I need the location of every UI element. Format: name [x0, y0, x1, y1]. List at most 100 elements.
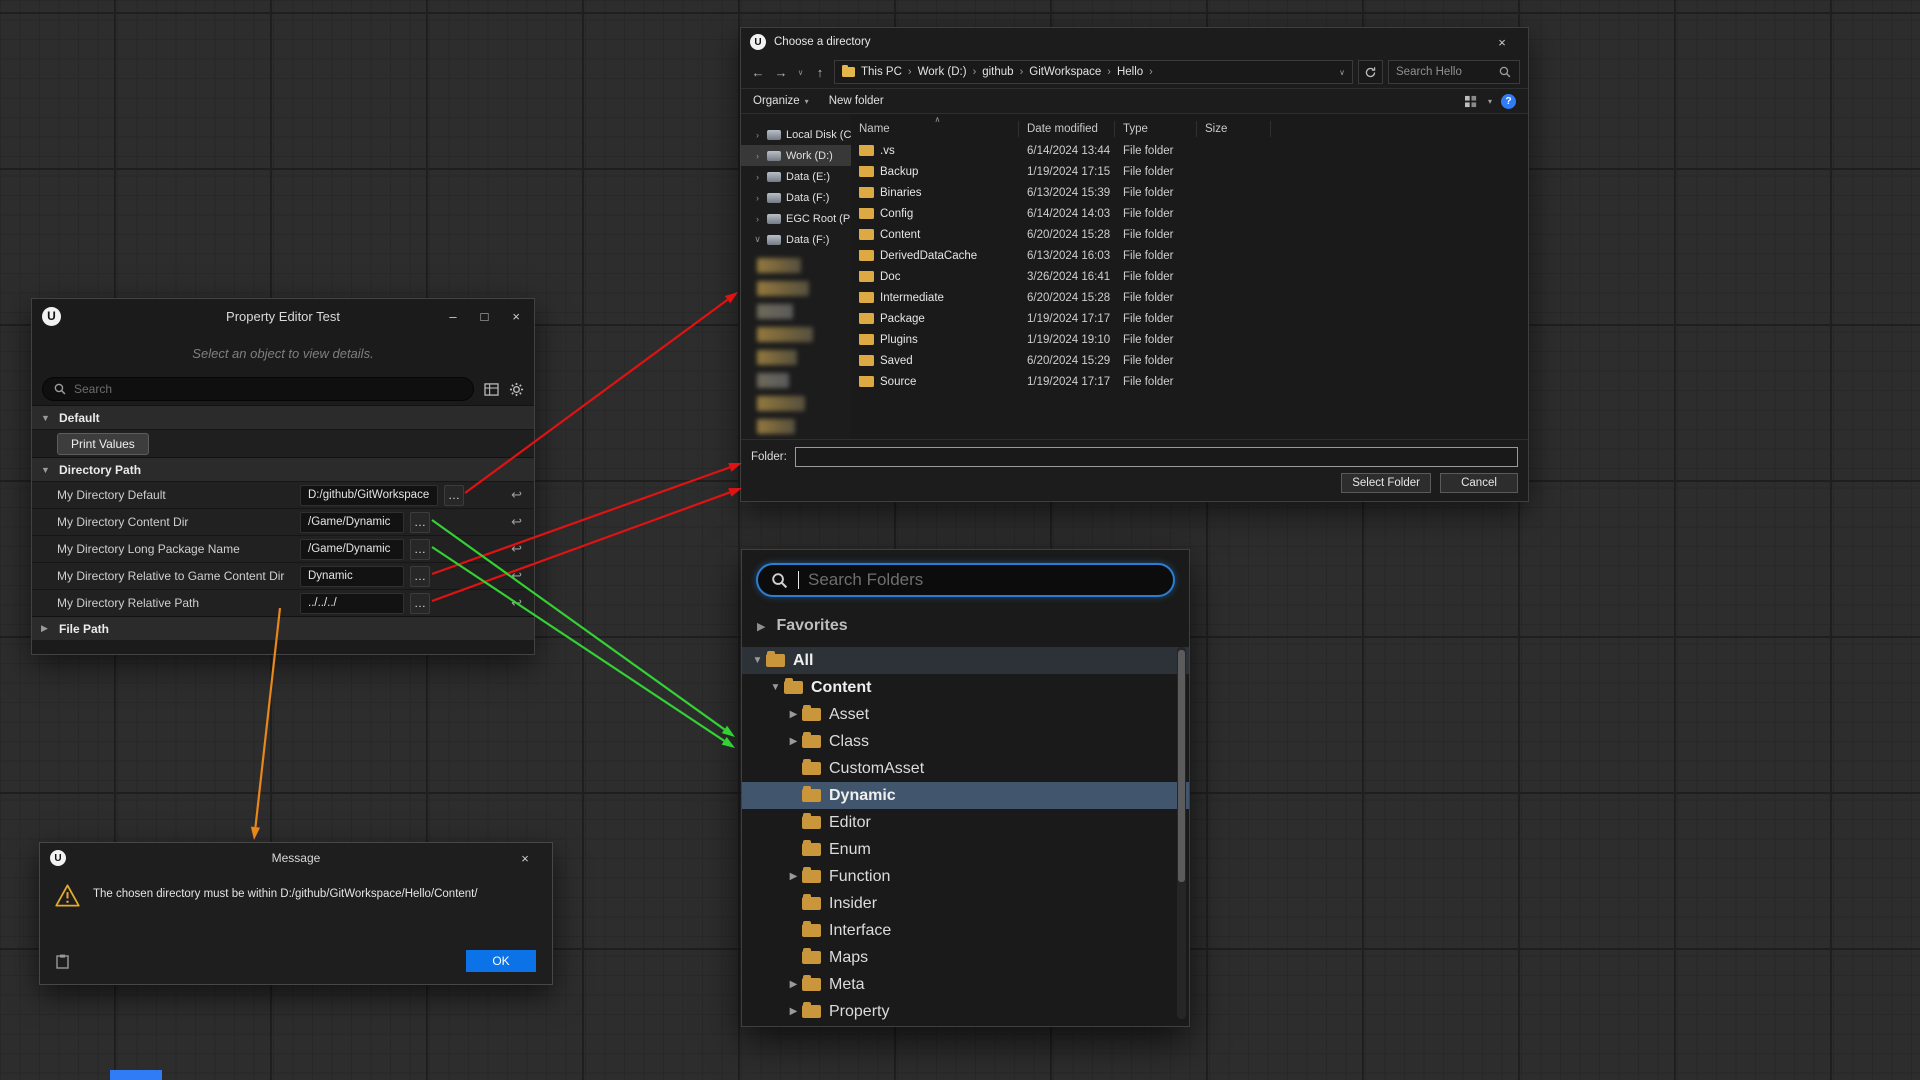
- column-header-name[interactable]: Name ∧: [851, 121, 1019, 137]
- tree-item-meta[interactable]: ▶ Meta: [742, 971, 1189, 998]
- dialog-titlebar[interactable]: U Choose a directory ×: [741, 28, 1528, 56]
- breadcrumb[interactable]: This PC › Work (D:) › github › GitWorksp…: [834, 60, 1353, 84]
- reset-to-default-icon[interactable]: ↩: [511, 514, 522, 530]
- browse-ellipsis-button[interactable]: …: [410, 539, 430, 560]
- select-folder-button[interactable]: Select Folder: [1341, 473, 1431, 493]
- section-collapsed-icon[interactable]: ▶: [757, 620, 765, 633]
- organize-menu[interactable]: Organize ▾: [753, 95, 809, 107]
- browse-ellipsis-button[interactable]: …: [410, 566, 430, 587]
- sidebar-item-egc-root-p[interactable]: › EGC Root (P:): [741, 208, 851, 229]
- forward-icon[interactable]: →: [772, 65, 790, 80]
- reset-to-default-icon[interactable]: ↩: [511, 568, 522, 584]
- category-directory-path[interactable]: ▼ Directory Path: [32, 457, 534, 481]
- file-row[interactable]: Intermediate 6/20/2024 15:28 File folder: [851, 287, 1528, 308]
- expander-icon[interactable]: ▶: [785, 709, 802, 720]
- expand-chevron-icon[interactable]: ›: [753, 172, 762, 182]
- file-row[interactable]: Plugins 1/19/2024 19:10 File folder: [851, 329, 1528, 350]
- tree-item-asset[interactable]: ▶ Asset: [742, 701, 1189, 728]
- reset-to-default-icon[interactable]: ↩: [511, 541, 522, 557]
- expander-icon[interactable]: ▼: [749, 655, 766, 666]
- tree-item-all[interactable]: ▼ All: [742, 647, 1189, 674]
- tree-item-editor[interactable]: Editor: [742, 809, 1189, 836]
- breadcrumb-segment[interactable]: This PC: [861, 66, 902, 78]
- file-row[interactable]: Binaries 6/13/2024 15:39 File folder: [851, 182, 1528, 203]
- folder-search-box[interactable]: [756, 563, 1175, 597]
- property-value-field[interactable]: /Game/Dynamic: [300, 512, 404, 533]
- tree-item-insider[interactable]: Insider: [742, 890, 1189, 917]
- expand-chevron-icon[interactable]: ›: [753, 193, 762, 203]
- tree-item-function[interactable]: ▶ Function: [742, 863, 1189, 890]
- sidebar-item-data-f[interactable]: › Data (F:): [741, 187, 851, 208]
- close-button[interactable]: ×: [1485, 28, 1519, 56]
- new-folder-button[interactable]: New folder: [829, 95, 884, 107]
- file-row[interactable]: Saved 6/20/2024 15:29 File folder: [851, 350, 1528, 371]
- expander-icon[interactable]: ▶: [785, 871, 802, 882]
- close-button[interactable]: ×: [508, 843, 542, 873]
- file-row[interactable]: .vs 6/14/2024 13:44 File folder: [851, 140, 1528, 161]
- browse-ellipsis-button[interactable]: …: [410, 512, 430, 533]
- folder-input[interactable]: [795, 447, 1518, 467]
- ok-button[interactable]: OK: [466, 950, 536, 972]
- close-button[interactable]: ×: [512, 309, 520, 324]
- breadcrumb-segment[interactable]: Hello: [1117, 66, 1143, 78]
- file-row[interactable]: DerivedDataCache 6/13/2024 16:03 File fo…: [851, 245, 1528, 266]
- cancel-button[interactable]: Cancel: [1440, 473, 1518, 493]
- column-header-type[interactable]: Type: [1115, 121, 1197, 137]
- display-filter-icon[interactable]: [484, 383, 499, 396]
- breadcrumb-segment[interactable]: Work (D:): [918, 66, 967, 78]
- column-header-size[interactable]: Size: [1197, 121, 1271, 137]
- search-box[interactable]: [1388, 60, 1520, 84]
- print-values-button[interactable]: Print Values: [57, 433, 149, 455]
- reset-to-default-icon[interactable]: ↩: [511, 595, 522, 611]
- category-expanded-icon[interactable]: ▼: [41, 465, 51, 475]
- dialog-titlebar[interactable]: U Message ×: [40, 843, 552, 873]
- property-value-field[interactable]: D:/github/GitWorkspace: [300, 485, 438, 506]
- file-row[interactable]: Content 6/20/2024 15:28 File folder: [851, 224, 1528, 245]
- expand-chevron-icon[interactable]: ›: [753, 214, 762, 224]
- view-dropdown-icon[interactable]: ▾: [1488, 97, 1492, 106]
- refresh-button[interactable]: [1358, 60, 1383, 84]
- category-file-path[interactable]: ▶ File Path: [32, 616, 534, 640]
- favorites-section[interactable]: ▶ Favorites: [742, 613, 1189, 639]
- tree-item-content[interactable]: ▼ Content: [742, 674, 1189, 701]
- maximize-button[interactable]: □: [481, 309, 489, 324]
- category-collapsed-icon[interactable]: ▶: [41, 623, 51, 634]
- expander-icon[interactable]: ▶: [785, 1006, 802, 1017]
- property-value-field[interactable]: ../../../: [300, 593, 404, 614]
- search-input[interactable]: [1396, 66, 1494, 78]
- file-row[interactable]: Config 6/14/2024 14:03 File folder: [851, 203, 1528, 224]
- browse-ellipsis-button[interactable]: …: [410, 593, 430, 614]
- category-default[interactable]: ▼ Default: [32, 405, 534, 429]
- scrollbar-thumb[interactable]: [1178, 650, 1185, 882]
- tree-item-interface[interactable]: Interface: [742, 917, 1189, 944]
- settings-gear-icon[interactable]: [509, 382, 524, 397]
- expander-icon[interactable]: ▶: [785, 979, 802, 990]
- tree-item-enum[interactable]: Enum: [742, 836, 1189, 863]
- expand-chevron-icon[interactable]: ›: [753, 130, 762, 140]
- expand-chevron-icon[interactable]: ›: [753, 151, 762, 161]
- expander-icon[interactable]: ▼: [767, 682, 784, 693]
- property-value-field[interactable]: /Game/Dynamic: [300, 539, 404, 560]
- change-view-icon[interactable]: [1464, 95, 1479, 108]
- scrollbar-track[interactable]: [1177, 647, 1186, 1019]
- reset-to-default-icon[interactable]: ↩: [511, 487, 522, 503]
- property-value-field[interactable]: Dynamic: [300, 566, 404, 587]
- tree-item-customasset[interactable]: CustomAsset: [742, 755, 1189, 782]
- breadcrumb-dropdown-icon[interactable]: ∨: [1339, 68, 1345, 77]
- help-button[interactable]: ?: [1501, 94, 1516, 109]
- up-icon[interactable]: ↑: [811, 65, 829, 80]
- search-input[interactable]: [74, 382, 463, 396]
- copy-to-clipboard-icon[interactable]: [56, 954, 69, 969]
- sidebar-item-work-d[interactable]: › Work (D:): [741, 145, 851, 166]
- expander-icon[interactable]: ▶: [785, 736, 802, 747]
- window-titlebar[interactable]: U Property Editor Test – □ ×: [32, 299, 534, 333]
- file-row[interactable]: Backup 1/19/2024 17:15 File folder: [851, 161, 1528, 182]
- minimize-button[interactable]: –: [449, 309, 456, 324]
- back-icon[interactable]: ←: [749, 65, 767, 80]
- folder-search-input[interactable]: [808, 570, 1161, 590]
- search-box[interactable]: [42, 377, 474, 401]
- file-row[interactable]: Source 1/19/2024 17:17 File folder: [851, 371, 1528, 392]
- tree-item-property[interactable]: ▶ Property: [742, 998, 1189, 1025]
- category-expanded-icon[interactable]: ▼: [41, 413, 51, 423]
- breadcrumb-segment[interactable]: GitWorkspace: [1029, 66, 1101, 78]
